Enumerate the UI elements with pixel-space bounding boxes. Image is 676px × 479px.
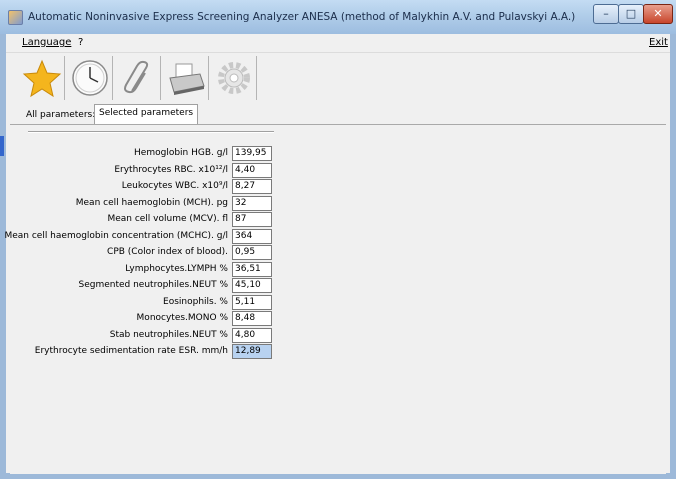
- clock-icon: [72, 60, 108, 96]
- parameter-label: Lymphocytes.LYMPH %: [125, 263, 228, 274]
- parameter-row: Mean cell haemoglobin (MCH). pg 32: [10, 195, 272, 212]
- parameter-row: Eosinophils. % 5,11: [10, 294, 272, 311]
- close-button[interactable]: ✕: [643, 4, 673, 24]
- parameter-value-field[interactable]: 139,95: [232, 146, 272, 161]
- parameter-label: Eosinophils. %: [163, 296, 228, 307]
- paperclip-icon: [124, 60, 149, 94]
- parameter-label: Segmented neutrophiles.NEUT %: [78, 280, 228, 290]
- parameter-value-field[interactable]: 4,80: [232, 327, 272, 343]
- parameter-row: Erythrocyte sedimentation rate ESR. mm/h…: [10, 344, 272, 360]
- parameter-value-field[interactable]: 4,40: [232, 162, 272, 178]
- parameter-row: Lymphocytes.LYMPH % 36,51: [10, 261, 272, 278]
- parameter-value-field[interactable]: 45,10: [232, 278, 272, 293]
- tab-strip: All parameters: Selected parameters: [6, 104, 670, 125]
- parameter-label: CPB (Color index of blood).: [107, 247, 228, 257]
- parameter-row: Mean cell volume (MCV). fl 87: [10, 212, 272, 228]
- parameter-row: Mean cell haemoglobin concentration (MCH…: [4, 228, 272, 245]
- app-icon: [8, 10, 23, 25]
- parameter-row: Hemoglobin HGB. g/l 139,95: [10, 146, 272, 162]
- parameter-row: Erythrocytes RBC. x10¹²/l 4,40: [10, 162, 272, 179]
- parameter-label: Monocytes.MONO %: [136, 313, 228, 323]
- parameter-row: CPB (Color index of blood). 0,95: [10, 245, 272, 261]
- parameter-row: Segmented neutrophiles.NEUT % 45,10: [10, 278, 272, 294]
- attach-button[interactable]: [116, 56, 161, 100]
- parameter-value-field[interactable]: 364: [232, 228, 272, 244]
- parameter-label: Erythrocytes RBC. x10¹²/l: [114, 164, 228, 175]
- parameter-row: Leukocytes WBC. x10⁹/l 8,27: [10, 179, 272, 195]
- printer-icon: [169, 63, 205, 95]
- parameters-panel: Hemoglobin HGB. g/l 139,95 Erythrocytes RB…: [4, 124, 666, 474]
- divider: [28, 131, 274, 133]
- parameter-value-field[interactable]: 8,48: [232, 311, 272, 326]
- parameter-value-field[interactable]: 87: [232, 212, 272, 227]
- menu-bar: Language ? Exit: [6, 34, 670, 52]
- parameter-value-field[interactable]: 32: [232, 195, 272, 211]
- parameter-label: Erythrocyte sedimentation rate ESR. mm/h: [34, 346, 228, 356]
- menu-exit[interactable]: Exit: [649, 37, 668, 48]
- parameter-row: Monocytes.MONO % 8,48: [10, 311, 272, 327]
- parameter-label: Hemoglobin HGB. g/l: [134, 148, 228, 158]
- parameter-value-field[interactable]: 8,27: [232, 179, 272, 194]
- parameter-value-field[interactable]: 5,11: [232, 294, 272, 310]
- app-window: Automatic Noninvasive Express Screening …: [0, 0, 676, 479]
- parameter-row: Stab neutrophiles.NEUT % 4,80: [10, 327, 272, 344]
- star-icon: [22, 59, 62, 98]
- maximize-button[interactable]: □: [618, 4, 644, 24]
- favorites-button[interactable]: [20, 56, 65, 100]
- parameter-value-field[interactable]: 0,95: [232, 245, 272, 260]
- tab-all-parameters[interactable]: All parameters:: [22, 107, 99, 123]
- minimize-button[interactable]: –: [593, 4, 619, 24]
- gear-icon: [218, 62, 250, 94]
- menu-help[interactable]: ?: [78, 37, 83, 48]
- print-button[interactable]: [164, 56, 209, 100]
- window-edge-marker: [0, 136, 4, 156]
- menu-language[interactable]: Language: [22, 37, 71, 48]
- parameter-value-field[interactable]: 36,51: [232, 261, 272, 277]
- window-title: Automatic Noninvasive Express Screening …: [28, 11, 576, 23]
- history-button[interactable]: [68, 56, 113, 100]
- title-bar[interactable]: Automatic Noninvasive Express Screening …: [0, 0, 676, 34]
- settings-button[interactable]: [212, 56, 257, 100]
- tab-selected-parameters[interactable]: Selected parameters: [94, 104, 199, 125]
- toolbar: [6, 52, 670, 105]
- parameter-label: Mean cell haemoglobin (MCH). pg: [75, 197, 228, 208]
- parameter-label: Stab neutrophiles.NEUT %: [109, 329, 228, 340]
- parameter-label: Mean cell volume (MCV). fl: [107, 214, 228, 224]
- parameter-label: Mean cell haemoglobin concentration (MCH…: [4, 230, 228, 241]
- parameter-label: Leukocytes WBC. x10⁹/l: [121, 181, 228, 191]
- parameter-value-field[interactable]: 12,89: [232, 344, 272, 359]
